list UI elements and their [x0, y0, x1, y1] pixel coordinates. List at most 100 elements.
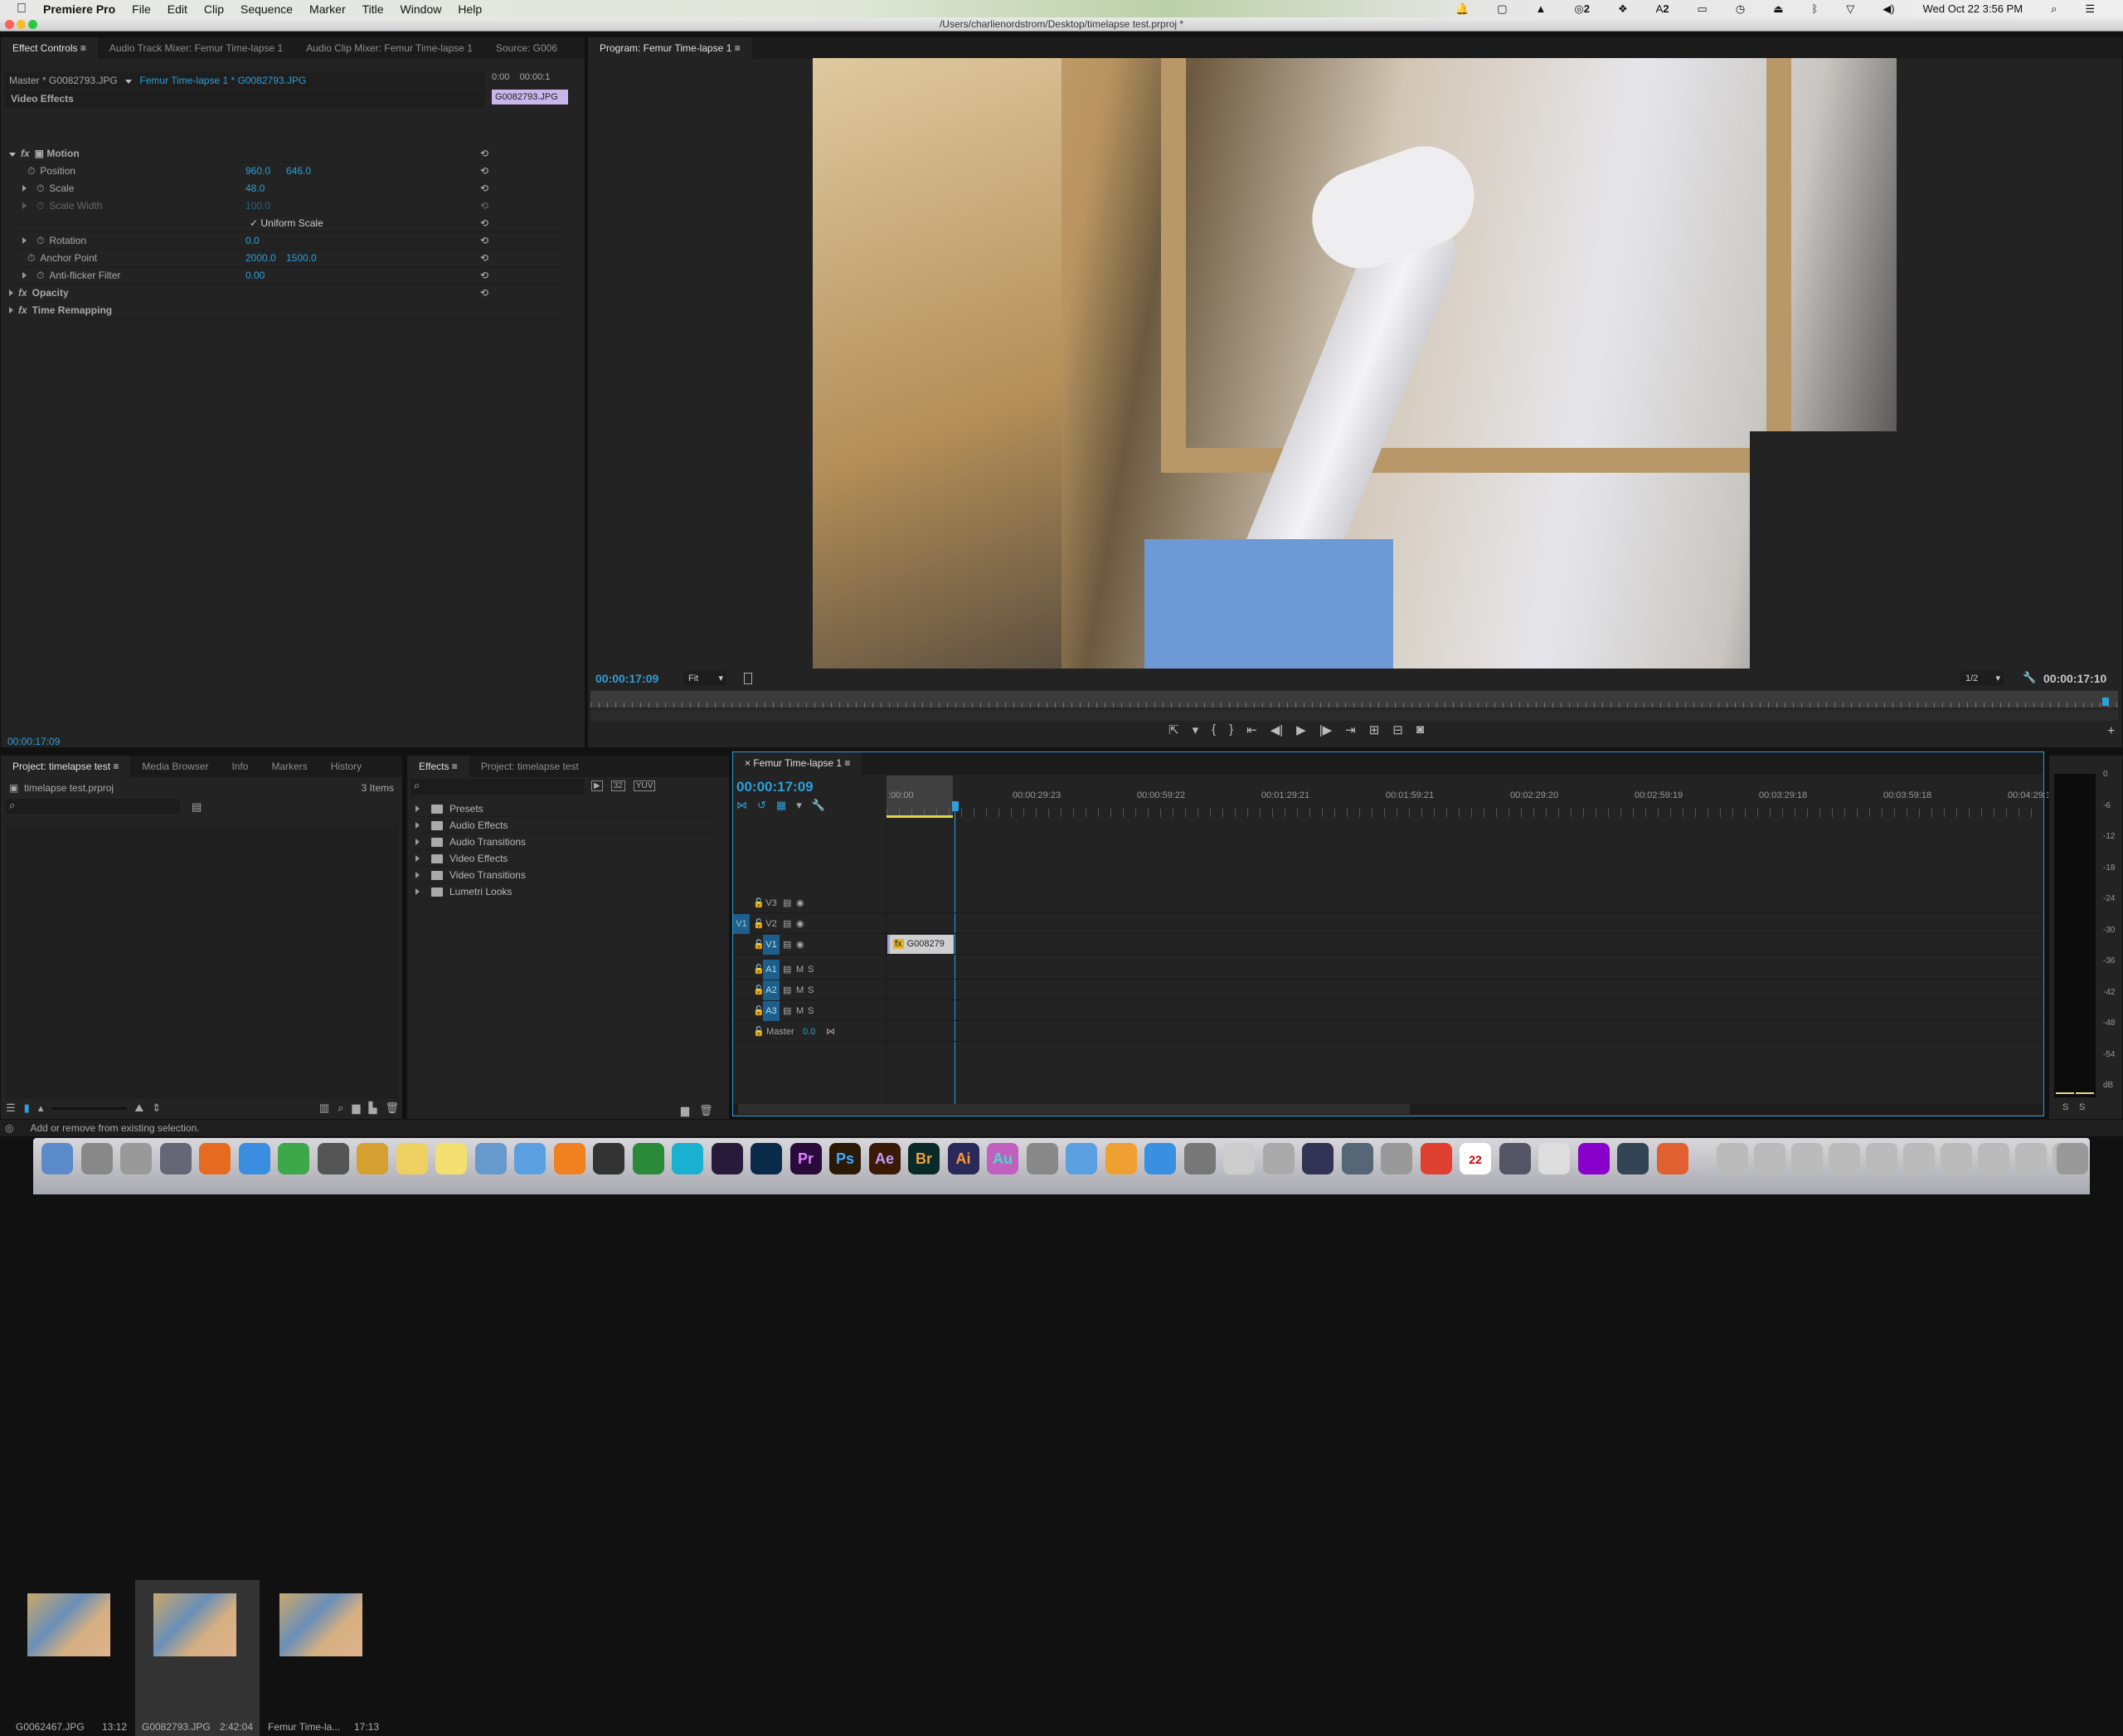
dock-app-icon[interactable] — [435, 1143, 467, 1174]
tab-effects[interactable]: Effects ≡ — [407, 756, 469, 777]
snap-icon[interactable]: ⋈ — [736, 799, 747, 812]
sync-lock-icon[interactable]: ▤ — [783, 893, 791, 913]
dock-app-icon[interactable] — [1183, 1143, 1216, 1174]
zoom-out-icon[interactable]: ▴ — [38, 1101, 44, 1115]
sequence-clip-label[interactable]: Femur Time-lapse 1 * G0082793.JPG — [139, 75, 306, 86]
dock-folder-icon[interactable] — [1791, 1143, 1823, 1174]
tab-info[interactable]: Info — [220, 756, 260, 777]
yuv-effects-icon[interactable]: YUV — [633, 780, 656, 791]
mute-button[interactable]: M — [796, 980, 804, 1000]
effect-row[interactable]: fx Time Remapping — [9, 302, 565, 319]
dock-app-icon[interactable] — [1144, 1143, 1176, 1174]
spotlight-icon[interactable]: ⌕ — [2051, 2, 2057, 16]
tab-project[interactable]: Project: timelapse test ≡ — [1, 756, 131, 777]
dock-app-icon[interactable]: Ps — [829, 1143, 861, 1174]
notification-icon[interactable]: 🔔 — [1455, 2, 1469, 16]
reset-icon[interactable]: ⟲ — [480, 215, 488, 232]
effects-folder[interactable]: Video Effects — [415, 850, 714, 867]
dock-folder-icon[interactable] — [1717, 1143, 1748, 1174]
menu-file[interactable]: File — [132, 2, 151, 16]
camera-icon[interactable]: ◙ — [1416, 722, 1424, 737]
dock-app-icon[interactable] — [1302, 1143, 1334, 1174]
tab-program[interactable]: Program: Femur Time-lapse 1 ≡ — [588, 37, 752, 59]
lift-button[interactable]: ⊞ — [1369, 722, 1380, 737]
dock-app-icon[interactable] — [1026, 1143, 1058, 1174]
effect-row[interactable]: ⏱ Anchor Point 2000.0 1500.0 ⟲ — [9, 250, 565, 267]
extract-button[interactable]: ⊟ — [1392, 722, 1403, 737]
effects-folder[interactable]: Presets — [415, 800, 714, 817]
dock-app-icon[interactable] — [1656, 1143, 1688, 1174]
apple-icon[interactable]:  — [17, 2, 27, 17]
video-track-V2[interactable]: V1 🔓 V2 ▤ ◉ — [733, 914, 2043, 934]
effect-controls-timecode[interactable]: 00:00:17:09 — [7, 736, 60, 747]
expand-icon[interactable] — [415, 839, 420, 845]
creative-cloud-icon[interactable]: ◎2 — [1574, 2, 1590, 16]
track-target[interactable]: V1 — [763, 935, 780, 955]
reset-icon[interactable]: ⟲ — [480, 232, 488, 250]
menu-clip[interactable]: Clip — [204, 2, 224, 16]
tab-audio-track-mixer[interactable]: Audio Track Mixer: Femur Time-lapse 1 — [98, 37, 294, 59]
sort-icon[interactable]: ⇕ — [152, 1101, 161, 1115]
reset-icon[interactable]: ⟲ — [480, 145, 488, 163]
dock-app-icon[interactable] — [396, 1143, 428, 1174]
wifi-icon[interactable]: ▽ — [1846, 2, 1854, 16]
stopwatch-icon[interactable]: ⏱ — [27, 165, 35, 177]
dock-app-icon[interactable] — [1066, 1143, 1097, 1174]
playhead-handle[interactable] — [952, 801, 959, 811]
dock-folder-icon[interactable] — [1903, 1143, 1935, 1174]
dock-app-icon[interactable]: Pr — [789, 1143, 822, 1174]
sync-lock-icon[interactable]: ▤ — [783, 980, 791, 1000]
track-target[interactable]: A1 — [763, 960, 780, 980]
tab-audio-clip-mixer[interactable]: Audio Clip Mixer: Femur Time-lapse 1 — [294, 37, 484, 59]
tab-media-browser[interactable]: Media Browser — [130, 756, 220, 777]
close-window-button[interactable] — [5, 20, 14, 29]
mini-timeline-ruler[interactable]: 0:00 00:00:1 — [492, 72, 568, 89]
property-value[interactable]: ✓ Uniform Scale — [250, 215, 323, 232]
stopwatch-icon[interactable]: ⏱ — [36, 270, 44, 281]
delete-icon[interactable]: 🗑 — [699, 1104, 713, 1117]
play-button[interactable]: ▶ — [1296, 722, 1306, 737]
dock-folder-icon[interactable] — [1866, 1143, 1897, 1174]
dock-app-icon[interactable] — [1341, 1143, 1373, 1174]
reset-icon[interactable]: ⟲ — [480, 284, 488, 302]
automate-to-sequence-icon[interactable]: ▥ — [319, 1101, 329, 1115]
timeline-settings-icon[interactable]: 🔧 — [812, 799, 825, 812]
video-track-V3[interactable]: 🔓 V3 ▤ ◉ — [733, 893, 2043, 913]
expand-icon[interactable] — [22, 202, 27, 209]
icon-view-icon[interactable]: ▮ — [24, 1101, 30, 1115]
dock-app-icon[interactable] — [553, 1143, 585, 1174]
property-value[interactable]: 0.0 — [245, 232, 260, 250]
project-search-input[interactable]: ⌕ — [6, 799, 180, 814]
reset-icon[interactable]: ⟲ — [480, 197, 488, 215]
menu-sequence[interactable]: Sequence — [240, 2, 293, 16]
wrench-icon[interactable]: 🔧 — [2023, 671, 2036, 684]
dock-app-icon[interactable]: Au — [987, 1143, 1018, 1174]
find-icon[interactable]: ⌕ — [338, 1101, 343, 1115]
delete-icon[interactable]: 🗑 — [385, 1101, 399, 1115]
dock-app-icon[interactable] — [514, 1143, 546, 1174]
dock-app-icon[interactable]: 22 — [1460, 1143, 1491, 1174]
dock-folder-icon[interactable] — [1754, 1143, 1785, 1174]
reset-icon[interactable]: ⟲ — [480, 180, 488, 197]
audio-track-A1[interactable]: 🔓 A1 ▤ M S — [733, 960, 2043, 980]
property-value[interactable]: 100.0 — [245, 197, 270, 215]
add-marker-icon[interactable]: ▦ — [776, 799, 786, 812]
lock-icon[interactable]: 🔓 — [753, 1022, 765, 1042]
marker-icon[interactable]: ▾ — [796, 799, 802, 812]
source-patch-v1[interactable]: V1 — [733, 914, 750, 934]
effect-row[interactable]: fx ▣ Motion ⟲ — [9, 145, 565, 163]
time-machine-icon[interactable]: ◷ — [1736, 2, 1745, 16]
mini-timeline-clip[interactable]: G0082793.JPG — [492, 90, 568, 105]
effects-folder[interactable]: Audio Effects — [415, 817, 714, 834]
reset-icon[interactable]: ⟲ — [480, 267, 488, 284]
volume-icon[interactable]: ◀) — [1883, 2, 1894, 16]
dock-app-icon[interactable]: Ae — [868, 1143, 901, 1174]
sync-lock-icon[interactable]: ▤ — [783, 1001, 791, 1021]
menu-edit[interactable]: Edit — [168, 2, 187, 16]
go-to-in-button[interactable]: ⇤ — [1246, 722, 1257, 737]
menu-help[interactable]: Help — [458, 2, 482, 16]
dock-app-icon[interactable] — [474, 1143, 507, 1174]
dock-app-icon[interactable] — [632, 1143, 664, 1174]
dropdown-icon[interactable] — [125, 80, 133, 84]
expand-icon[interactable] — [415, 872, 420, 878]
